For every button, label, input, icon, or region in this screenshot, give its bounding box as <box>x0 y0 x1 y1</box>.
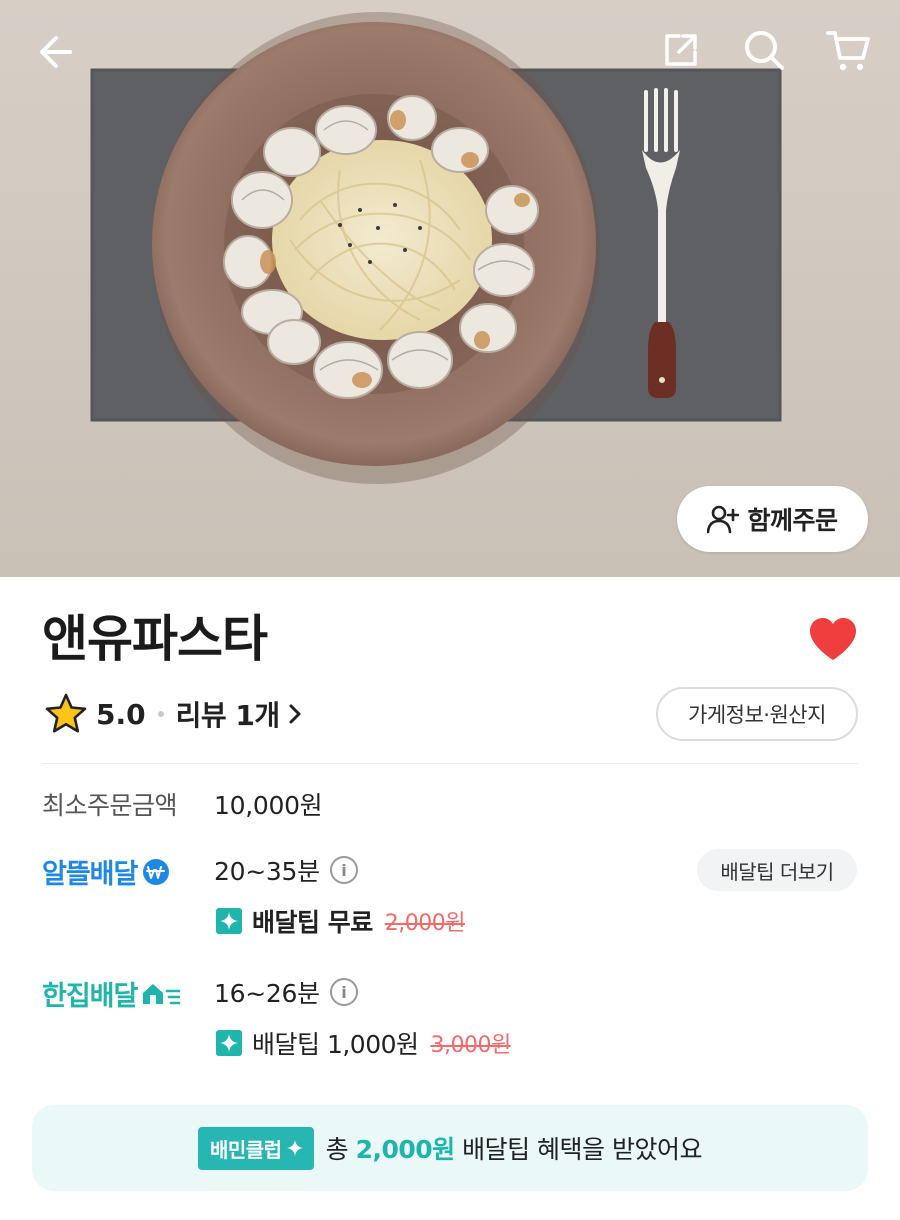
group-order-label: 함께주문 <box>747 506 838 535</box>
chevron-right-icon <box>289 704 301 724</box>
saver-delivery-brand: 알뜰배달 <box>42 852 171 891</box>
back-arrow-icon <box>40 36 72 68</box>
heart-icon <box>810 618 856 660</box>
rating-score: 5.0 <box>96 697 146 731</box>
back-button[interactable] <box>26 24 82 80</box>
share-button[interactable] <box>656 24 706 76</box>
saver-delivery-label: 알뜰배달 <box>42 859 138 890</box>
favorite-button[interactable] <box>808 616 858 664</box>
review-count: 리뷰 1개 <box>175 699 281 732</box>
single-tip-original: 3,000원 <box>430 1033 512 1058</box>
single-delivery-label: 한집배달 <box>42 981 138 1012</box>
single-delivery-time: 16~26분 <box>214 979 320 1008</box>
sparkle-icon <box>286 1140 303 1156</box>
won-coin-icon <box>143 858 170 885</box>
club-sparkle-icon <box>216 1030 242 1056</box>
baemin-club-banner[interactable]: 배민클럽 총 2,000원 배달팁 혜택을 받았어요 <box>32 1105 868 1191</box>
group-order-button[interactable]: 함께주문 <box>677 486 868 552</box>
search-button[interactable] <box>738 24 790 76</box>
star-icon <box>45 693 87 733</box>
banner-suffix: 배달팁 혜택을 받았어요 <box>462 1135 702 1164</box>
saver-delivery-time-row: 20~35분 i <box>214 852 358 888</box>
single-tip-row: 배달팁 1,000원 3,000원 <box>216 1025 511 1061</box>
review-link[interactable]: 리뷰 1개 <box>176 694 304 734</box>
baemin-club-badge-label: 배민클럽 <box>209 1137 282 1162</box>
saver-tip-row: 배달팁 무료 2,000원 <box>216 903 465 939</box>
single-tip-label: 배달팁 1,000원 <box>252 1030 419 1059</box>
cart-button[interactable] <box>820 24 876 76</box>
baemin-club-badge: 배민클럽 <box>197 1126 314 1170</box>
min-order-label: 최소주문금액 <box>42 791 178 820</box>
store-info-button[interactable]: 가게정보·원산지 <box>656 687 858 741</box>
saver-tip-label: 배달팁 무료 <box>252 908 373 937</box>
store-hero-image: 함께주문 <box>0 0 900 577</box>
info-icon[interactable]: i <box>329 856 358 884</box>
banner-message: 총 2,000원 배달팁 혜택을 받았어요 <box>325 1130 703 1166</box>
separator-dot <box>157 711 164 717</box>
min-order-amount: 10,000원 <box>214 791 323 820</box>
min-order-value: 10,000원 <box>214 786 323 822</box>
home-speed-icon <box>143 983 181 1004</box>
banner-prefix: 총 <box>325 1135 349 1164</box>
add-person-icon <box>707 505 740 534</box>
search-icon <box>745 31 784 70</box>
saver-delivery-time: 20~35분 <box>214 857 320 886</box>
divider <box>42 763 858 764</box>
single-delivery-brand: 한집배달 <box>42 974 181 1013</box>
single-delivery-time-row: 16~26분 i <box>214 974 358 1010</box>
cart-icon <box>826 31 870 71</box>
club-sparkle-icon <box>216 908 242 934</box>
info-icon[interactable]: i <box>329 978 358 1006</box>
tip-more-button[interactable]: 배달팁 더보기 <box>697 849 857 891</box>
saver-tip-original: 2,000원 <box>384 911 466 936</box>
store-name: 앤유파스타 <box>42 610 268 668</box>
banner-amount: 2,000원 <box>355 1135 456 1164</box>
share-icon <box>665 34 697 66</box>
rating-row: 5.0 리뷰 1개 <box>44 688 304 740</box>
